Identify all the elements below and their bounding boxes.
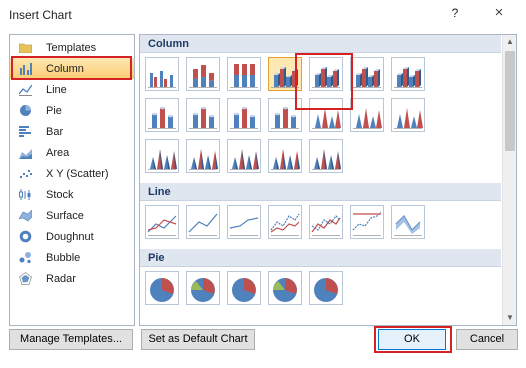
pie-subtype-thumbnail[interactable]: [186, 271, 220, 305]
pie-subtype-thumbnail[interactable]: [227, 271, 261, 305]
surface-chart-icon: [19, 209, 32, 222]
area-chart-icon: [19, 146, 32, 159]
line-subtype-thumbnail[interactable]: [309, 205, 343, 239]
stock-chart-icon: [19, 188, 32, 201]
line-subtype-thumbnail[interactable]: [186, 205, 220, 239]
sidebar-item-label: Bar: [46, 125, 64, 138]
column-subtype-thumbnail[interactable]: [227, 139, 261, 173]
sidebar-item-radar[interactable]: Radar: [10, 268, 134, 289]
bubble-chart-icon: [19, 251, 32, 264]
sidebar-item-x-y-scatter[interactable]: X Y (Scatter): [10, 163, 134, 184]
sidebar-item-bar[interactable]: Bar: [10, 121, 134, 142]
section-header-line: Line: [140, 183, 501, 201]
sidebar-item-label: X Y (Scatter): [46, 167, 109, 180]
sidebar-item-label: Doughnut: [46, 230, 94, 243]
sidebar-item-surface[interactable]: Surface: [10, 205, 134, 226]
sidebar-item-label: Stock: [46, 188, 74, 201]
sidebar-item-label: Radar: [46, 272, 76, 285]
line-subtype-thumbnail[interactable]: [227, 205, 261, 239]
column-subtype-thumbnail[interactable]: [227, 57, 261, 91]
sidebar-item-label: Area: [46, 146, 70, 159]
line-subtype-thumbnail[interactable]: [145, 205, 179, 239]
line-subtype-thumbnail[interactable]: [350, 205, 384, 239]
scroll-up-icon[interactable]: ▲: [503, 35, 516, 49]
column-subtype-thumbnail[interactable]: [391, 57, 425, 91]
cancel-button[interactable]: Cancel: [456, 329, 518, 350]
column-subtype-thumbnail[interactable]: [268, 139, 302, 173]
ok-highlight-box: [374, 326, 452, 353]
dialog-title: Insert Chart: [9, 8, 72, 22]
radar-chart-icon: [19, 272, 32, 285]
sidebar-item-label: Line: [46, 83, 67, 96]
column-subtype-thumbnail[interactable]: [145, 98, 179, 132]
column-subtype-thumbnail[interactable]: [227, 98, 261, 132]
section-header-pie: Pie: [140, 249, 501, 267]
manage-templates-button[interactable]: Manage Templates...: [9, 329, 133, 350]
sidebar-item-area[interactable]: Area: [10, 142, 134, 163]
column-subtype-thumbnail[interactable]: [145, 57, 179, 91]
pie-subtype-thumbnail[interactable]: [145, 271, 179, 305]
column-subtype-thumbnail[interactable]: [309, 139, 343, 173]
line-chart-icon: [19, 83, 32, 96]
column-subtype-thumbnail[interactable]: [350, 98, 384, 132]
close-button[interactable]: ×: [488, 4, 510, 21]
bar-chart-icon: [19, 125, 32, 138]
sidebar-item-doughnut[interactable]: Doughnut: [10, 226, 134, 247]
doughnut-chart-icon: [19, 230, 32, 243]
column-subtype-thumbnail[interactable]: [186, 98, 220, 132]
sidebar-item-label: Surface: [46, 209, 84, 222]
gallery-scrollbar[interactable]: ▲ ▼: [502, 35, 516, 325]
sidebar-item-label: Templates: [46, 41, 97, 54]
sidebar-item-bubble[interactable]: Bubble: [10, 247, 134, 268]
line-subtype-thumbnail[interactable]: [391, 205, 425, 239]
line-subtype-thumbnail[interactable]: [268, 205, 302, 239]
column-subtype-thumbnail[interactable]: [145, 139, 179, 173]
scroll-down-icon[interactable]: ▼: [503, 311, 516, 325]
sidebar-item-pie[interactable]: Pie: [10, 100, 134, 121]
column-highlight-box: [11, 56, 132, 80]
pie-subtype-thumbnail[interactable]: [268, 271, 302, 305]
set-default-chart-button[interactable]: Set as Default Chart: [141, 329, 255, 350]
sidebar-item-label: Bubble: [46, 251, 81, 264]
column-subtype-thumbnail[interactable]: [186, 139, 220, 173]
folder-icon: [19, 41, 32, 54]
scatter-chart-icon: [19, 167, 32, 180]
column-subtype-thumbnail[interactable]: [186, 57, 220, 91]
sidebar-item-templates[interactable]: Templates: [10, 37, 134, 58]
selected-subtype-highlight-box: [295, 53, 353, 110]
column-subtype-thumbnail[interactable]: [350, 57, 384, 91]
column-subtype-thumbnail[interactable]: [391, 98, 425, 132]
sidebar-item-stock[interactable]: Stock: [10, 184, 134, 205]
scroll-thumb[interactable]: [505, 51, 515, 151]
section-header-column: Column: [140, 35, 501, 53]
pie-chart-icon: [19, 104, 32, 117]
pie-subtype-thumbnail[interactable]: [309, 271, 343, 305]
sidebar-item-line[interactable]: Line: [10, 79, 134, 100]
help-button[interactable]: ?: [447, 6, 463, 20]
sidebar-item-label: Pie: [46, 104, 62, 117]
